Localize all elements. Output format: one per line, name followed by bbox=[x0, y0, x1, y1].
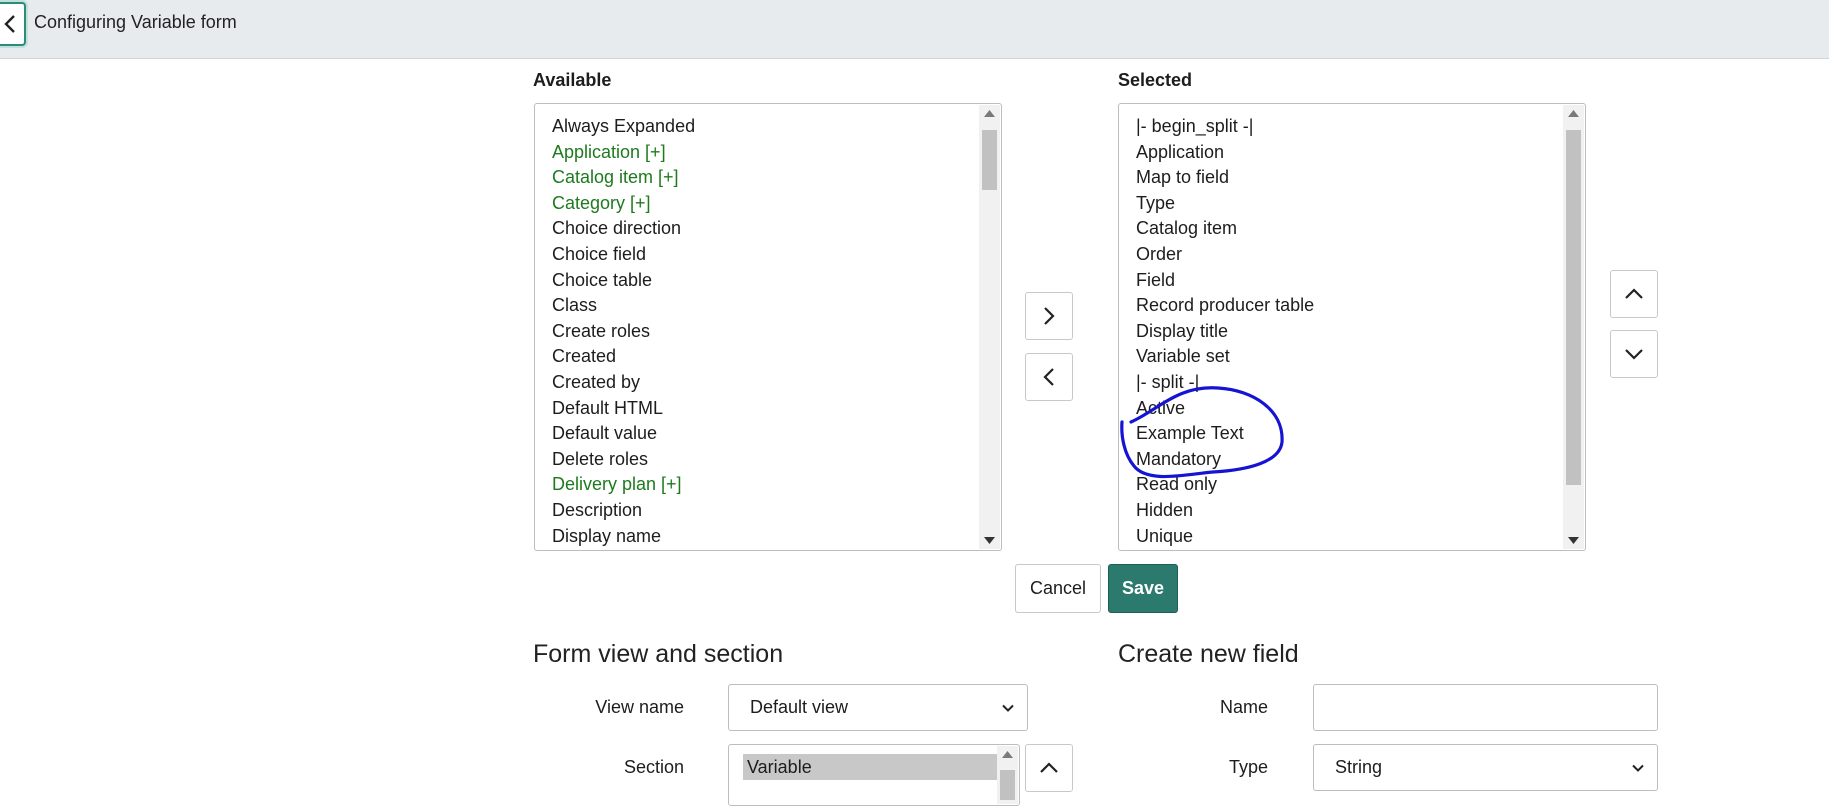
available-list-item[interactable]: Application [+] bbox=[552, 140, 979, 166]
annotation-circle bbox=[1120, 386, 1284, 479]
selected-label: Selected bbox=[1118, 70, 1193, 90]
scroll-down-icon[interactable] bbox=[979, 532, 1000, 549]
move-down-button[interactable] bbox=[1610, 330, 1658, 378]
selected-list-item[interactable]: Record producer table bbox=[1136, 293, 1563, 319]
selected-list-item[interactable]: Catalog item bbox=[1136, 216, 1563, 242]
view-name-label: View name bbox=[595, 697, 684, 717]
section-list[interactable]: Variable bbox=[728, 744, 1020, 806]
available-list-item[interactable]: Delivery plan [+] bbox=[552, 472, 979, 498]
selected-list-item[interactable]: Order bbox=[1136, 242, 1563, 268]
chevron-down-icon bbox=[1625, 349, 1643, 360]
scroll-down-icon[interactable] bbox=[1563, 532, 1584, 549]
scroll-thumb[interactable] bbox=[1000, 770, 1015, 800]
scroll-up-icon[interactable] bbox=[997, 746, 1018, 763]
type-select[interactable]: String bbox=[1313, 744, 1658, 791]
scroll-thumb[interactable] bbox=[1566, 130, 1581, 485]
selected-list-item[interactable]: Hidden bbox=[1136, 498, 1563, 524]
available-list-item[interactable]: Create roles bbox=[552, 319, 979, 345]
scroll-up-icon[interactable] bbox=[1563, 105, 1584, 122]
chevron-down-icon bbox=[1632, 764, 1644, 772]
name-input[interactable] bbox=[1313, 684, 1658, 731]
selected-list-item[interactable]: Type bbox=[1136, 191, 1563, 217]
back-button[interactable] bbox=[0, 2, 26, 46]
chevron-left-icon bbox=[4, 15, 15, 33]
chevron-left-icon bbox=[1043, 368, 1054, 386]
view-name-select[interactable]: Default view bbox=[728, 684, 1028, 731]
section-label: Section bbox=[623, 757, 684, 777]
scroll-thumb[interactable] bbox=[982, 130, 997, 190]
chevron-up-icon bbox=[1625, 288, 1643, 299]
available-list-item[interactable]: Created by bbox=[552, 370, 979, 396]
type-value: String bbox=[1335, 757, 1383, 777]
available-list-item[interactable]: Default value bbox=[552, 421, 979, 447]
page-title: Configuring Variable form bbox=[34, 12, 237, 32]
available-list-item[interactable]: Class bbox=[552, 293, 979, 319]
save-button[interactable]: Save bbox=[1108, 564, 1178, 613]
selected-list-item[interactable]: Display title bbox=[1136, 319, 1563, 345]
available-list-item[interactable]: Created bbox=[552, 344, 979, 370]
available-list-item[interactable]: Choice table bbox=[552, 268, 979, 294]
view-name-value: Default view bbox=[750, 697, 849, 717]
remove-from-selected-button[interactable] bbox=[1025, 353, 1073, 401]
selected-scrollbar[interactable] bbox=[1563, 105, 1584, 549]
available-list[interactable]: Always Expanded Application [+] Catalog it… bbox=[534, 103, 1002, 551]
type-label: Type bbox=[1228, 757, 1268, 777]
chevron-up-icon bbox=[1040, 762, 1058, 773]
name-label: Name bbox=[1219, 697, 1268, 717]
form-view-section-title: Form view and section bbox=[533, 640, 784, 668]
available-items: Always Expanded Application [+] Catalog it… bbox=[552, 114, 979, 549]
available-list-item[interactable]: Default HTML bbox=[552, 396, 979, 422]
create-new-field-title: Create new field bbox=[1118, 640, 1299, 668]
available-list-item[interactable]: Display name bbox=[552, 524, 979, 550]
cancel-button[interactable]: Cancel bbox=[1015, 564, 1101, 613]
chevron-right-icon bbox=[1044, 307, 1055, 325]
scroll-up-icon[interactable] bbox=[979, 105, 1000, 122]
available-list-item[interactable]: Choice field bbox=[552, 242, 979, 268]
section-list-item[interactable]: Variable bbox=[743, 754, 1007, 780]
selected-list-item[interactable]: Variable set bbox=[1136, 344, 1563, 370]
available-list-item[interactable]: Category [+] bbox=[552, 191, 979, 217]
selected-list-item[interactable]: Map to field bbox=[1136, 165, 1563, 191]
available-label: Available bbox=[533, 70, 612, 90]
move-up-button[interactable] bbox=[1610, 270, 1658, 318]
page-header: Configuring Variable form bbox=[0, 0, 1829, 59]
selected-list-item[interactable]: Field bbox=[1136, 268, 1563, 294]
selected-list-item[interactable]: Application bbox=[1136, 140, 1563, 166]
available-list-item[interactable]: Choice direction bbox=[552, 216, 979, 242]
available-scrollbar[interactable] bbox=[979, 105, 1000, 549]
available-list-item[interactable]: Description bbox=[552, 498, 979, 524]
selected-list-item[interactable]: Unique bbox=[1136, 524, 1563, 550]
available-list-item[interactable]: Always Expanded bbox=[552, 114, 979, 140]
section-scrollbar[interactable] bbox=[997, 746, 1018, 804]
chevron-down-icon bbox=[1002, 704, 1014, 712]
available-list-item[interactable]: Delete roles bbox=[552, 447, 979, 473]
section-move-up-button[interactable] bbox=[1025, 744, 1073, 792]
available-list-item[interactable]: Catalog item [+] bbox=[552, 165, 979, 191]
add-to-selected-button[interactable] bbox=[1025, 292, 1073, 340]
selected-list-item[interactable]: |- begin_split -| bbox=[1136, 114, 1563, 140]
